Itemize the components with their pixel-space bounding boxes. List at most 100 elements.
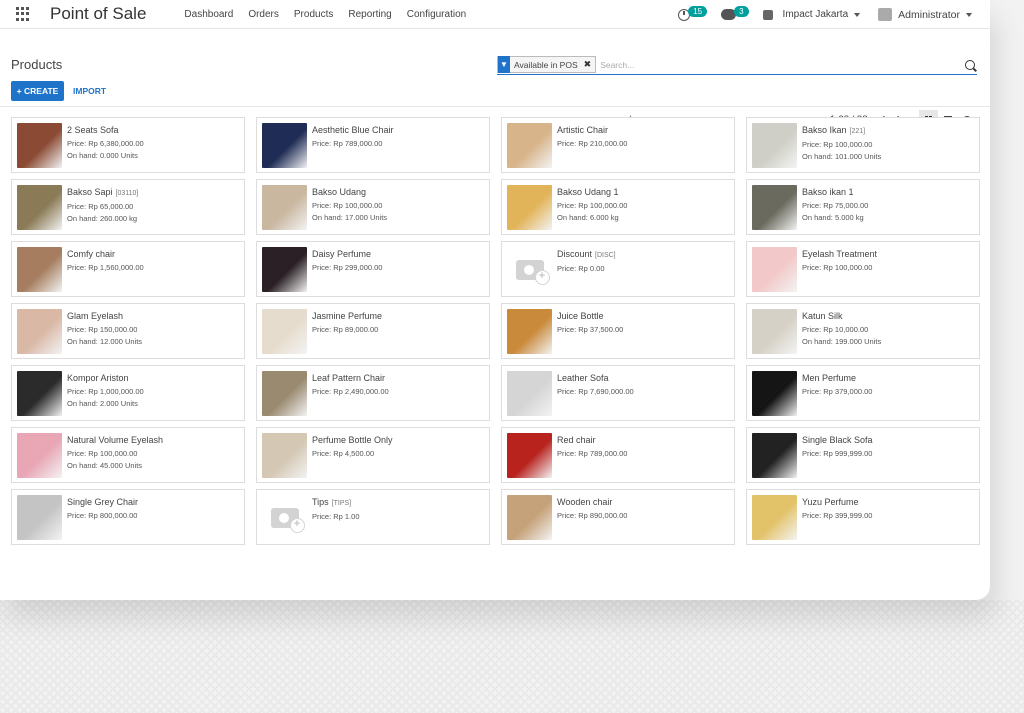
product-card[interactable]: Eyelash Treatment Price: Rp 100,000.00: [746, 241, 980, 297]
product-name: Artistic Chair: [557, 125, 609, 135]
product-name: Perfume Bottle Only: [312, 435, 393, 445]
product-onhand: On hand: 6.000 kg: [557, 213, 619, 222]
product-image: [507, 309, 552, 354]
product-name: Red chair: [557, 435, 596, 445]
product-info: Kompor Ariston Price: Rp 1,000,000.00 On h…: [67, 372, 144, 411]
product-code: [TIPS]: [331, 500, 352, 507]
company-name: Impact Jakarta: [782, 9, 849, 20]
product-price: Price: Rp 999,999.00: [802, 448, 873, 458]
product-kanban: 2 Seats Sofa Price: Rp 6,380,000.00 On han…: [11, 117, 980, 545]
product-card[interactable]: Natural Volume Eyelash Price: Rp 100,000.…: [11, 427, 245, 483]
product-card[interactable]: Men Perfume Price: Rp 379,000.00: [746, 365, 980, 421]
product-name: Bakso ikan 1: [802, 187, 854, 197]
product-card[interactable]: Katun Silk Price: Rp 10,000.00 On hand: 19…: [746, 303, 980, 359]
product-image: [262, 371, 307, 416]
product-card[interactable]: Glam Eyelash Price: Rp 150,000.00 On hand:…: [11, 303, 245, 359]
product-name: Single Grey Chair: [67, 497, 139, 507]
product-image: [752, 123, 797, 168]
product-card[interactable]: Jasmine Perfume Price: Rp 89,000.00: [256, 303, 490, 359]
product-card[interactable]: Artistic Chair Price: Rp 210,000.00: [501, 117, 735, 173]
product-card[interactable]: Wooden chair Price: Rp 890,000.00: [501, 489, 735, 545]
product-info: Natural Volume Eyelash Price: Rp 100,000.…: [67, 434, 163, 473]
product-info: Aesthetic Blue Chair Price: Rp 789,000.00: [312, 124, 394, 150]
product-card[interactable]: Tips[TIPS]Price: Rp 1.00: [256, 489, 490, 545]
product-name: Men Perfume: [802, 373, 857, 383]
user-name: Administrator: [898, 8, 960, 21]
menu-item-reporting[interactable]: Reporting: [348, 9, 391, 20]
product-name-line: Natural Volume Eyelash: [67, 434, 163, 448]
product-price: Price: Rp 789,000.00: [312, 138, 383, 148]
product-name: Natural Volume Eyelash: [67, 435, 164, 445]
menu-item-configuration[interactable]: Configuration: [407, 9, 466, 20]
search-input[interactable]: Search...: [600, 60, 965, 70]
systray: 15 3 Impact Jakarta Administrator: [664, 0, 972, 29]
product-image: [752, 247, 797, 292]
company-switcher[interactable]: Impact Jakarta: [762, 9, 861, 20]
apps-menu-icon[interactable]: [16, 7, 30, 21]
product-price: Price: Rp 1,000,000.00: [67, 386, 144, 396]
product-card[interactable]: Daisy Perfume Price: Rp 299,000.00: [256, 241, 490, 297]
message-badge: 3: [734, 6, 749, 17]
product-card[interactable]: Kompor Ariston Price: Rp 1,000,000.00 On h…: [11, 365, 245, 421]
product-name: Single Black Sofa: [802, 435, 873, 445]
product-name-line: Glam Eyelash: [67, 310, 142, 324]
product-name: Tips: [312, 497, 329, 507]
product-price: Price: Rp 890,000.00: [557, 510, 628, 520]
product-card[interactable]: Discount[DISC]Price: Rp 0.00: [501, 241, 735, 297]
product-card[interactable]: Yuzu Perfume Price: Rp 399,999.00: [746, 489, 980, 545]
product-price: Price: Rp 399,999.00: [802, 510, 873, 520]
product-card[interactable]: Single Grey Chair Price: Rp 800,000.00: [11, 489, 245, 545]
product-image: [262, 247, 307, 292]
product-name-line: Single Black Sofa: [802, 434, 873, 448]
product-onhand: On hand: 101.000 Units: [802, 152, 882, 161]
product-image: [17, 433, 62, 478]
product-card[interactable]: Juice Bottle Price: Rp 37,500.00: [501, 303, 735, 359]
product-info: 2 Seats Sofa Price: Rp 6,380,000.00 On han…: [67, 124, 144, 163]
product-name: Katun Silk: [802, 311, 843, 321]
menu-item-dashboard[interactable]: Dashboard: [184, 9, 233, 20]
product-card[interactable]: Bakso Ikan [221] Price: Rp 100,000.00 On ha…: [746, 117, 980, 173]
create-button[interactable]: + CREATE: [11, 81, 64, 101]
close-icon[interactable]: ✖: [584, 59, 592, 70]
user-menu[interactable]: Administrator: [878, 8, 972, 21]
search-icon[interactable]: [965, 59, 975, 70]
product-card[interactable]: Single Black Sofa Price: Rp 999,999.00: [746, 427, 980, 483]
product-image: [507, 495, 552, 540]
product-name: Eyelash Treatment: [802, 249, 878, 259]
menu-item-products[interactable]: Products: [294, 9, 333, 20]
product-price: Price: Rp 100,000.00: [312, 200, 383, 210]
product-name: Wooden chair: [557, 497, 613, 507]
product-card[interactable]: Comfy chair Price: Rp 1,560,000.00: [11, 241, 245, 297]
product-info: Juice Bottle Price: Rp 37,500.00: [557, 310, 623, 336]
product-name: Bakso Udang 1: [557, 187, 619, 197]
product-name: Yuzu Perfume: [802, 497, 859, 507]
product-card[interactable]: Bakso Udang 1 Price: Rp 100,000.00 On hand…: [501, 179, 735, 235]
activity-menu[interactable]: 15: [678, 6, 708, 21]
product-info: Leaf Pattern Chair Price: Rp 2,490,000.00: [312, 372, 389, 398]
product-card[interactable]: Leaf Pattern Chair Price: Rp 2,490,000.00: [256, 365, 490, 421]
import-button[interactable]: IMPORT: [73, 86, 106, 96]
product-card[interactable]: Red chair Price: Rp 789,000.00: [501, 427, 735, 483]
product-card[interactable]: Aesthetic Blue Chair Price: Rp 789,000.00: [256, 117, 490, 173]
menu-item-orders[interactable]: Orders: [248, 9, 279, 20]
product-card[interactable]: Leather Sofa Price: Rp 7,690,000.00: [501, 365, 735, 421]
product-price: Price: Rp 299,000.00: [312, 262, 383, 272]
product-image: [507, 433, 552, 478]
product-card[interactable]: Bakso Udang Price: Rp 100,000.00 On hand: …: [256, 179, 490, 235]
product-image: [752, 309, 797, 354]
product-name: Leather Sofa: [557, 373, 609, 383]
activity-badge: 15: [688, 6, 708, 17]
product-info: Daisy Perfume Price: Rp 299,000.00: [312, 248, 382, 274]
product-info: Wooden chair Price: Rp 890,000.00: [557, 496, 627, 522]
messaging-menu[interactable]: 3: [721, 6, 749, 20]
product-image: [262, 185, 307, 230]
product-card[interactable]: 2 Seats Sofa Price: Rp 6,380,000.00 On han…: [11, 117, 245, 173]
product-card[interactable]: Bakso Sapi [03110] Price: Rp 65,000.00 On h…: [11, 179, 245, 235]
product-card[interactable]: Bakso ikan 1 Price: Rp 75,000.00 On hand: …: [746, 179, 980, 235]
product-onhand: On hand: 5.000 kg: [802, 213, 864, 222]
product-info: Eyelash Treatment Price: Rp 100,000.00: [802, 248, 877, 274]
product-name-line: Bakso ikan 1: [802, 186, 868, 200]
product-card[interactable]: Perfume Bottle Only Price: Rp 4,500.00: [256, 427, 490, 483]
product-image: [17, 185, 62, 230]
product-name-line: Wooden chair: [557, 496, 627, 510]
